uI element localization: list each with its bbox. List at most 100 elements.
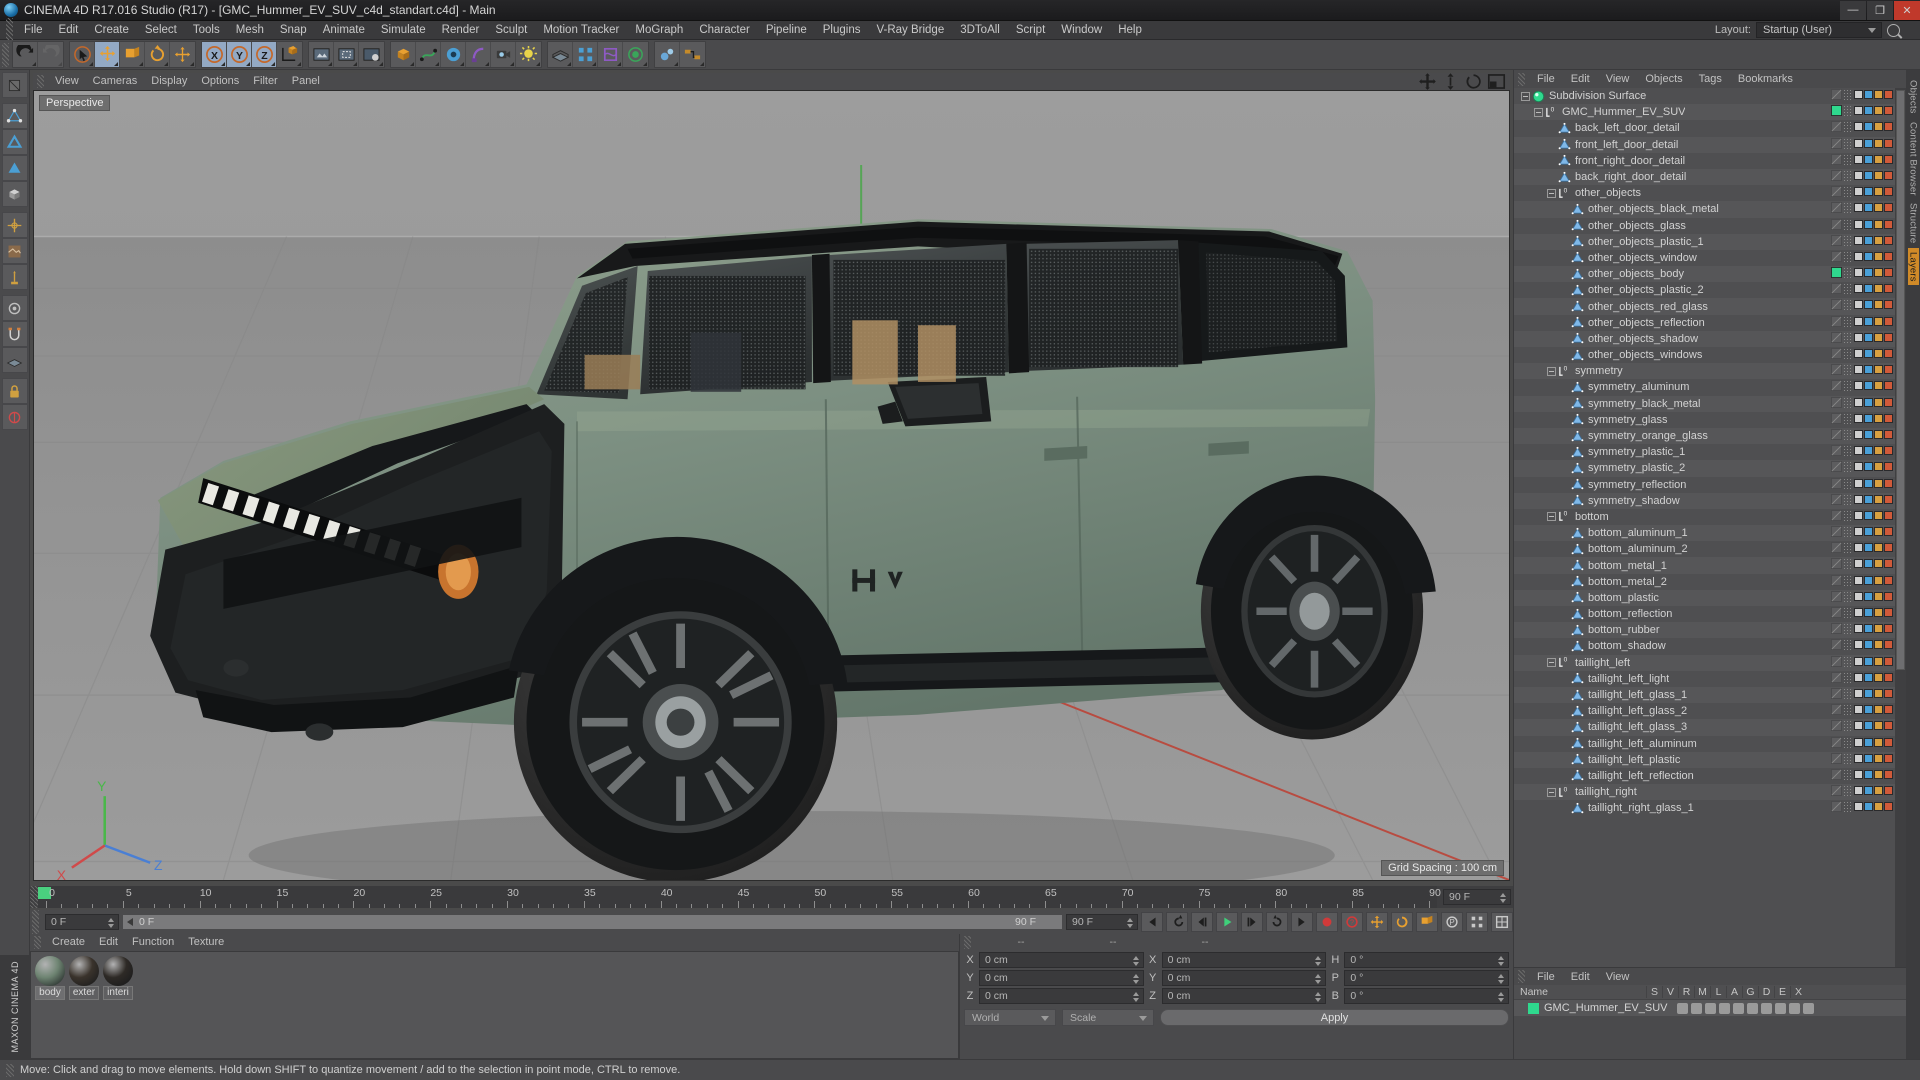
object-tag-icon[interactable] <box>1854 268 1863 278</box>
object-tree-row[interactable]: other_objects_windows <box>1514 347 1895 363</box>
pan-icon[interactable] <box>1418 72 1437 91</box>
object-tag-icon[interactable] <box>1854 397 1863 407</box>
material-item[interactable]: interi <box>103 956 133 1000</box>
object-tag-icon[interactable] <box>1874 90 1883 99</box>
object-tag-icon[interactable] <box>1864 608 1873 617</box>
object-tree-row[interactable]: taillight_left_plastic <box>1514 751 1895 768</box>
material-tag-icon[interactable] <box>1831 234 1842 246</box>
object-tag-icon[interactable] <box>1874 705 1883 715</box>
expand-collapse-icon[interactable] <box>1534 107 1543 117</box>
render-region-button[interactable] <box>334 42 359 67</box>
object-tag-icon[interactable] <box>1874 575 1883 585</box>
material-tag-icon[interactable] <box>1831 704 1842 716</box>
object-tag-icon[interactable] <box>1884 268 1893 278</box>
object-tag-icon[interactable] <box>1864 300 1873 310</box>
object-tag-icon[interactable] <box>1874 527 1883 537</box>
object-tree-row[interactable]: symmetry_glass <box>1514 412 1895 428</box>
apply-button[interactable]: Apply <box>1160 1009 1509 1026</box>
object-tag-icon[interactable] <box>1854 656 1863 666</box>
spinner-icon[interactable] <box>1498 974 1505 984</box>
object-tree-row[interactable]: symmetry_plastic_2 <box>1514 460 1895 477</box>
object-tag-icon[interactable] <box>1884 462 1893 472</box>
material-list[interactable]: body exter interi <box>30 951 959 1059</box>
object-tag-icon[interactable] <box>1864 154 1873 164</box>
object-tree-row[interactable]: other_objects_reflection <box>1514 315 1895 331</box>
viewport-menu-options[interactable]: Options <box>194 73 246 90</box>
object-tag-icon[interactable] <box>1874 462 1883 472</box>
deformer-button[interactable] <box>598 42 623 67</box>
object-tree-row[interactable]: 0 symmetry <box>1514 363 1895 380</box>
object-tree-row[interactable]: other_objects_body <box>1514 266 1895 283</box>
object-tag-icon[interactable] <box>1874 737 1883 747</box>
object-tree-row[interactable]: other_objects_plastic_2 <box>1514 282 1895 298</box>
layer-menu-view[interactable]: View <box>1598 968 1638 986</box>
tag-dots-icon[interactable] <box>1843 509 1853 521</box>
playback-loop-button[interactable] <box>1266 912 1288 932</box>
tag-dots-icon[interactable] <box>1843 558 1853 570</box>
object-tag-icon[interactable] <box>1864 543 1873 553</box>
object-tree-row[interactable]: bottom_aluminum_2 <box>1514 541 1895 557</box>
object-tree-scrollbar[interactable] <box>1895 88 1906 967</box>
maximize-viewport-icon[interactable] <box>1487 72 1506 91</box>
tag-dots-icon[interactable] <box>1843 526 1853 538</box>
object-tag-icon[interactable] <box>1854 769 1863 779</box>
viewport-menu-view[interactable]: View <box>48 73 86 90</box>
object-tag-icon[interactable] <box>1864 462 1873 472</box>
object-tag-icon[interactable] <box>1874 203 1883 213</box>
material-preview-interi[interactable] <box>103 956 133 986</box>
object-tag-icon[interactable] <box>1874 721 1883 731</box>
object-tag-icon[interactable] <box>1884 769 1893 779</box>
object-tag-icon[interactable] <box>1864 446 1873 456</box>
object-tag-icon[interactable] <box>1884 446 1893 456</box>
object-tag-icon[interactable] <box>1854 802 1863 812</box>
material-tag-icon[interactable] <box>1831 153 1842 165</box>
deformer-icon[interactable] <box>1775 1002 1787 1014</box>
menu-item-render[interactable]: Render <box>434 21 488 40</box>
object-tag-icon[interactable] <box>1884 316 1893 326</box>
material-tag-icon[interactable] <box>1831 250 1842 262</box>
playback-play-button[interactable] <box>1216 912 1238 932</box>
menu-item-plugins[interactable]: Plugins <box>815 21 869 40</box>
object-tag-icon[interactable] <box>1874 170 1883 180</box>
object-tree-row[interactable]: symmetry_shadow <box>1514 492 1895 509</box>
object-tree-row[interactable]: bottom_shadow <box>1514 638 1895 654</box>
material-tag-icon[interactable] <box>1831 477 1842 489</box>
tag-dots-icon[interactable] <box>1843 105 1853 117</box>
object-tag-icon[interactable] <box>1854 284 1863 294</box>
menu-item-window[interactable]: Window <box>1053 21 1110 40</box>
object-tag-icon[interactable] <box>1864 203 1873 213</box>
object-tree-row[interactable]: back_left_door_detail <box>1514 120 1895 136</box>
object-tag-icon[interactable] <box>1874 608 1883 617</box>
object-tag-icon[interactable] <box>1864 397 1873 407</box>
material-preview-exter[interactable] <box>69 956 99 986</box>
object-tag-icon[interactable] <box>1874 219 1883 229</box>
timeline-end-input[interactable]: 90 F <box>1443 889 1511 905</box>
render-view-button[interactable] <box>309 42 334 67</box>
modeling-axis-button[interactable] <box>1 404 28 430</box>
object-tag-icon[interactable] <box>1864 705 1873 715</box>
spinner-icon[interactable] <box>1132 992 1140 1002</box>
spinner-icon[interactable] <box>1315 992 1322 1002</box>
xpresso-button[interactable] <box>680 42 705 67</box>
select-tool-button[interactable] <box>70 42 95 67</box>
object-tag-icon[interactable] <box>1884 251 1893 261</box>
material-tag-icon[interactable] <box>1831 639 1842 651</box>
tag-dots-icon[interactable] <box>1843 234 1853 246</box>
enable-axis-button[interactable] <box>1 264 28 290</box>
edge-mode-button[interactable] <box>1 129 28 155</box>
layout-dropdown[interactable]: Startup (User) <box>1756 22 1882 38</box>
material-tag-icon[interactable] <box>1831 445 1842 457</box>
menu-item-select[interactable]: Select <box>137 21 185 40</box>
tag-dots-icon[interactable] <box>1843 202 1853 214</box>
expand-collapse-icon[interactable] <box>1547 366 1556 376</box>
object-manager-menu-objects[interactable]: Objects <box>1637 70 1690 88</box>
size-z-input[interactable]: 0 cm <box>1161 988 1327 1004</box>
material-tag-icon[interactable] <box>1831 655 1842 667</box>
expand-collapse-icon[interactable] <box>1547 787 1556 797</box>
texture-mode-button[interactable] <box>1 238 28 264</box>
playback-key-param-button[interactable]: P <box>1441 912 1463 932</box>
material-menu-create[interactable]: Create <box>45 934 92 951</box>
tag-dots-icon[interactable] <box>1843 671 1853 683</box>
object-tag-icon[interactable] <box>1884 106 1893 116</box>
object-tree-row[interactable]: front_right_door_detail <box>1514 153 1895 169</box>
